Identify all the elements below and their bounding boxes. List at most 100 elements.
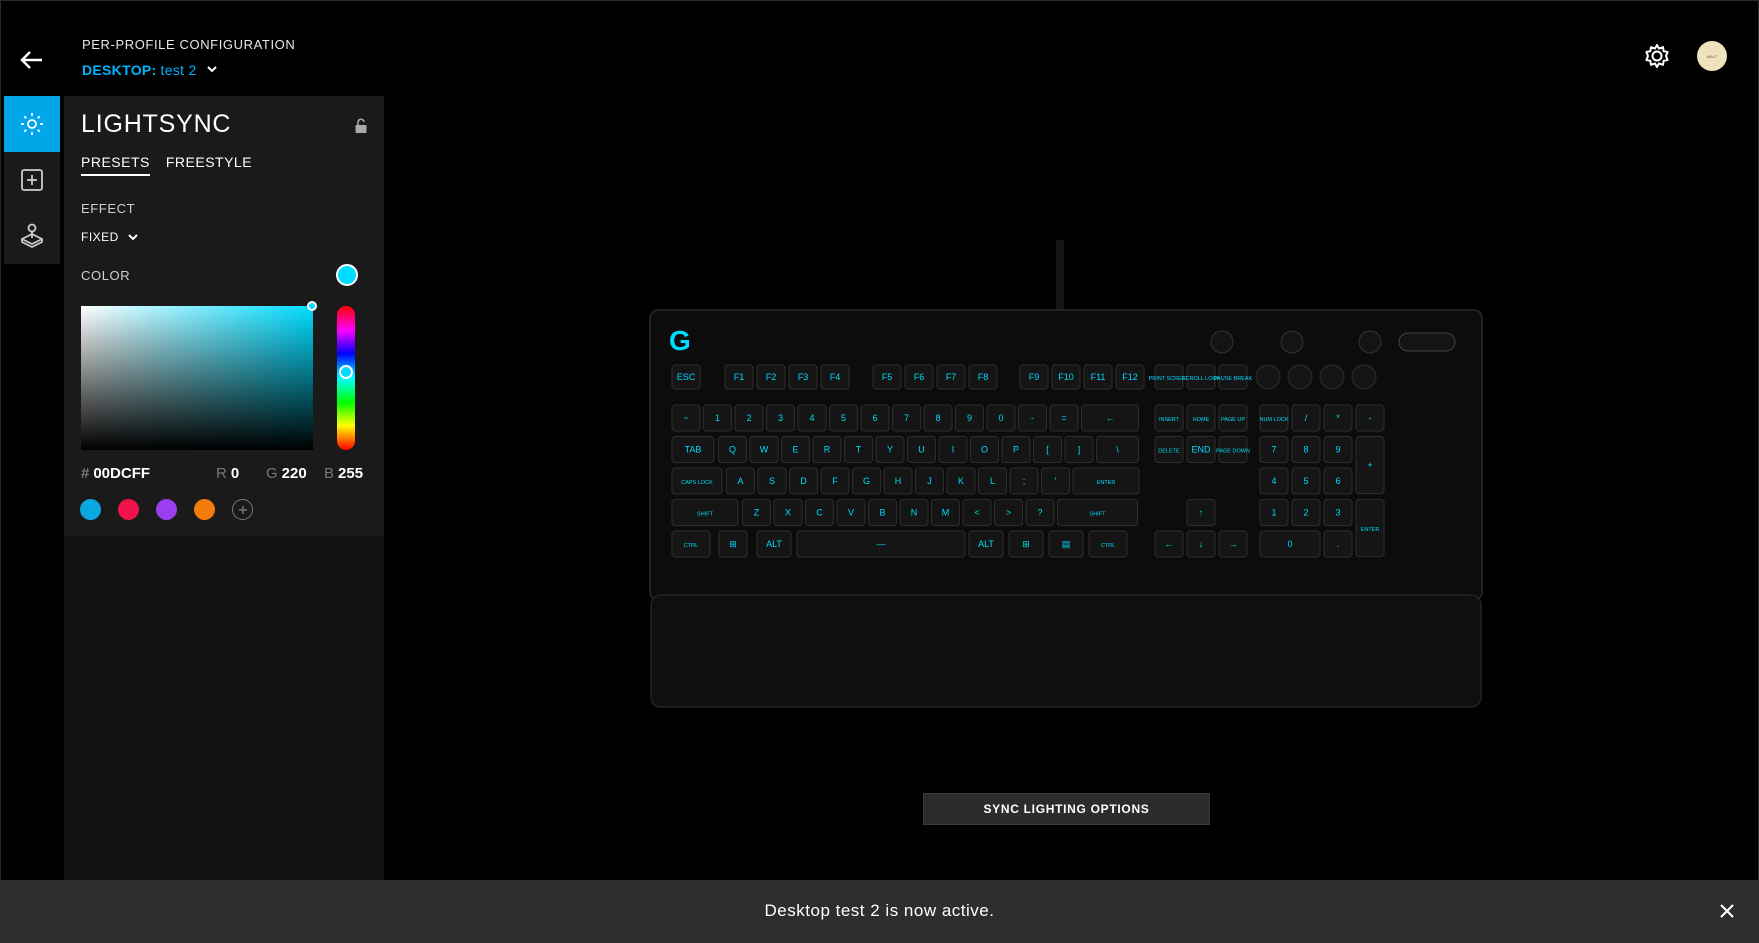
effect-dropdown[interactable]: FIXED — [81, 230, 139, 244]
top-control-button — [1280, 330, 1304, 354]
key-arrow-0: ← — [1165, 539, 1174, 549]
chevron-down-icon — [206, 66, 217, 73]
saturation-handle[interactable] — [307, 301, 317, 311]
key-arrow-2: → — [1229, 539, 1238, 549]
key-num-0-0: NUM LOCK — [1259, 417, 1288, 423]
key-main-r3-7: J — [927, 476, 932, 486]
unlock-icon — [355, 118, 367, 133]
plus-icon — [238, 505, 247, 514]
key-f4: F4 — [830, 372, 841, 382]
key-up: ↑ — [1199, 508, 1204, 518]
key-main-r2-12: ] — [1078, 445, 1081, 455]
back-button[interactable] — [14, 44, 50, 76]
keyboard-cable — [1056, 240, 1064, 310]
add-preset-button[interactable] — [232, 499, 253, 520]
key-f12: F12 — [1122, 372, 1138, 382]
key-main-r2-4: R — [824, 445, 831, 455]
key-main-r2-9: O — [981, 445, 988, 455]
key-main-r1-9: 9 — [967, 413, 972, 423]
preset-color-2[interactable] — [118, 499, 139, 520]
key-main-r2-0: TAB — [685, 445, 702, 455]
key-main-r3-0: CAPS LOCK — [681, 480, 713, 486]
g-field[interactable]: G 220 — [266, 465, 307, 482]
lock-button[interactable] — [354, 118, 368, 134]
key-num-3-0: 1 — [1271, 508, 1276, 518]
effect-label: EFFECT — [81, 201, 136, 216]
tab-presets[interactable]: PRESETS — [81, 154, 150, 176]
key-main-r5-7: CTRL — [1101, 543, 1115, 549]
media-key — [1255, 364, 1281, 390]
current-color-swatch[interactable] — [336, 264, 358, 286]
key-f9: F9 — [1029, 372, 1040, 382]
key-sys-2: PAUSE BREAK — [1214, 376, 1253, 382]
key-main-r1-11: - — [1031, 413, 1034, 423]
key-main-r3-1: A — [737, 476, 743, 486]
media-key — [1319, 364, 1345, 390]
profile-selector[interactable]: DESKTOP: test 2 — [82, 62, 221, 78]
toast-message: Desktop test 2 is now active. — [764, 901, 995, 920]
key-nav-1-0: DELETE — [1158, 449, 1180, 455]
key-main-r2-1: Q — [729, 445, 736, 455]
key-main-r1-8: 8 — [935, 413, 940, 423]
keyboard-preview: G ESC F1 F2 F3 F4 F5 F6 F7 F8 F9 F10 F11 F12 PRINT SCR… — [647, 240, 1485, 710]
g-value: 220 — [281, 465, 307, 482]
rail-item-lightsync[interactable] — [4, 96, 60, 152]
preset-color-3[interactable] — [156, 499, 177, 520]
key-f1: F1 — [734, 372, 745, 382]
keyboard-illustration: GESC F1 F2 F3 F4 F5 F6 F7 F8 F9 F10 F11 F12 PRINT SCR… — [649, 240, 1483, 708]
key-main-r1-0: ~ — [683, 413, 688, 423]
r-field[interactable]: R0 — [216, 465, 239, 482]
key-main-r5-3: — — [877, 539, 886, 549]
key-main-r3-8: K — [958, 476, 964, 486]
palm-rest — [650, 594, 1482, 708]
profile-name: test 2 — [160, 62, 197, 78]
preset-color-4[interactable] — [194, 499, 215, 520]
tab-freestyle[interactable]: FREESTYLE — [166, 154, 252, 176]
key-num-4-1: . — [1337, 539, 1340, 549]
panel-top: LIGHTSYNC PRESETS FREESTYLE EFFECT FIXED… — [64, 96, 384, 536]
key-main-r1-6: 6 — [872, 413, 877, 423]
key-main-r4-0: SHIFT — [697, 512, 714, 518]
key-main-r5-0: CTRL — [684, 543, 698, 549]
b-field[interactable]: B 255 — [324, 465, 363, 482]
key-nav-0-0: INSERT — [1159, 417, 1180, 423]
effect-value: FIXED — [81, 230, 119, 244]
key-main-r1-2: 2 — [746, 413, 751, 423]
key-num-1-0: 7 — [1271, 445, 1276, 455]
b-value: 255 — [338, 465, 364, 482]
settings-button[interactable] — [1643, 42, 1671, 70]
key-arrow-1: ↓ — [1199, 539, 1204, 549]
key-main-r5-2: ALT — [766, 539, 782, 549]
panel-title: LIGHTSYNC — [81, 110, 232, 138]
r-value: 0 — [230, 465, 240, 482]
hex-field[interactable]: #00DCFF — [81, 465, 150, 482]
key-main-r4-7: M — [942, 508, 950, 518]
key-nav-0-1: HOME — [1193, 417, 1210, 423]
preset-color-1[interactable] — [80, 499, 101, 520]
key-main-r3-6: H — [895, 476, 902, 486]
avatar[interactable]: MALT — [1697, 41, 1727, 71]
key-f6: F6 — [914, 372, 925, 382]
saturation-value-picker[interactable] — [81, 306, 313, 450]
rail-item-assignments[interactable] — [4, 152, 60, 208]
toast-close-button[interactable] — [1718, 902, 1736, 920]
joystick-icon — [21, 223, 43, 248]
key-main-r4-2: X — [785, 508, 791, 518]
rail-item-game-mode[interactable] — [4, 208, 60, 264]
g-label: G — [266, 465, 278, 482]
key-num-1-2: 9 — [1335, 445, 1340, 455]
key-main-r1-4: 4 — [809, 413, 814, 423]
key-main-r3-11: ' — [1055, 476, 1057, 486]
key-nav-0-2: PAGE UP — [1221, 417, 1245, 423]
sync-lighting-button[interactable]: SYNC LIGHTING OPTIONS — [923, 793, 1210, 825]
hex-value: 00DCFF — [93, 465, 151, 482]
hue-handle[interactable] — [339, 365, 353, 379]
key-main-r1-13: ← — [1106, 413, 1115, 423]
key-main-r2-3: E — [792, 445, 798, 455]
key-main-r1-7: 7 — [904, 413, 909, 423]
key-nav-1-1: END — [1191, 445, 1211, 455]
key-main-r4-9: > — [1006, 508, 1011, 518]
key-num-3-2: 3 — [1335, 508, 1340, 518]
key-main-r2-10: P — [1013, 445, 1019, 455]
color-values: #00DCFF R0 G 220 B 255 — [81, 465, 371, 485]
